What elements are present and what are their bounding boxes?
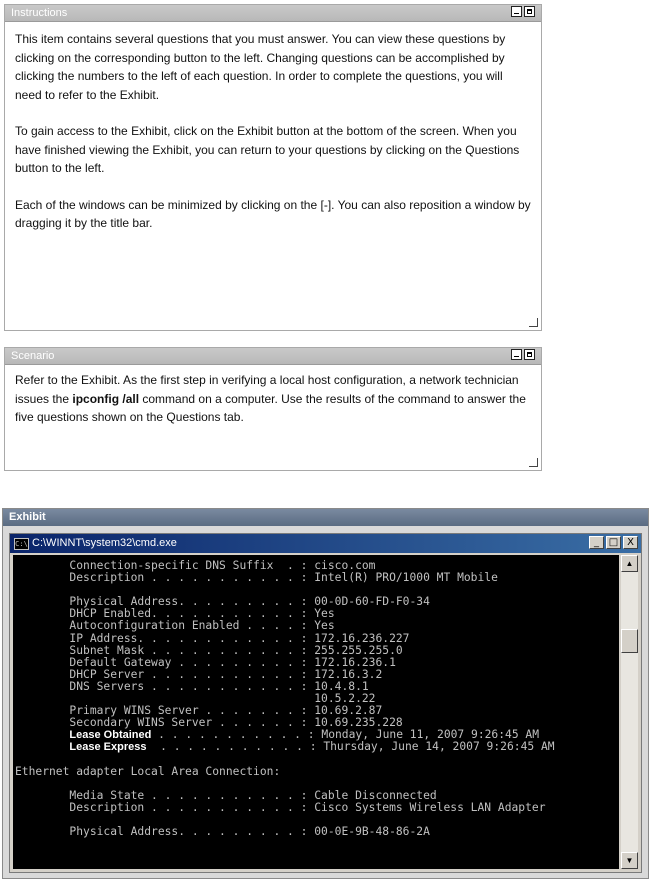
minimize-icon[interactable] — [511, 349, 522, 360]
resize-grip-icon[interactable] — [529, 318, 538, 327]
console-value: Thursday, June 14, 2007 9:26:45 AM — [323, 740, 555, 754]
instructions-title: Instructions — [11, 7, 68, 19]
console-dots: . . . . . . . . . . . : — [151, 728, 322, 742]
maximize-icon[interactable] — [524, 6, 535, 17]
scrollbar-thumb[interactable] — [621, 629, 638, 653]
console-line: IP Address. . . . . . . . . . . . : 172.… — [15, 631, 410, 645]
close-button[interactable]: X — [623, 536, 638, 549]
exhibit-title: Exhibit — [9, 511, 46, 523]
console-line: Ethernet adapter Local Area Connection: — [15, 764, 281, 778]
exhibit-title-bar[interactable]: Exhibit — [3, 509, 648, 526]
maximize-icon[interactable] — [524, 349, 535, 360]
instructions-title-bar[interactable]: Instructions — [5, 5, 541, 22]
console-line: Physical Address. . . . . . . . . : 00-0… — [15, 825, 430, 839]
scenario-title: Scenario — [11, 350, 55, 362]
maximize-button[interactable]: □ — [606, 536, 621, 549]
vertical-scrollbar[interactable]: ▲ ▼ — [621, 555, 638, 869]
scenario-body: Refer to the Exhibit. As the first step … — [5, 365, 541, 435]
minimize-icon[interactable] — [511, 6, 522, 17]
instructions-paragraph: To gain access to the Exhibit, click on … — [15, 124, 520, 175]
cmd-title-bar[interactable]: C:\ C:\WINNT\system32\cmd.exe _ □ X — [10, 534, 641, 553]
scroll-up-arrow-icon[interactable]: ▲ — [621, 555, 638, 572]
resize-grip-icon[interactable] — [529, 458, 538, 467]
cmd-icon: C:\ — [14, 538, 29, 550]
console-line: Description . . . . . . . . . . . : Inte… — [15, 571, 498, 585]
exhibit-window: Exhibit C:\ C:\WINNT\system32\cmd.exe _ … — [2, 508, 649, 879]
cmd-window-title: C:\WINNT\system32\cmd.exe — [32, 537, 177, 549]
console-label: Lease Obtained — [69, 729, 152, 742]
scenario-command: ipconfig /all — [72, 391, 140, 406]
console-label: Lease Express — [69, 741, 147, 754]
console-line: Subnet Mask . . . . . . . . . . . : 255.… — [15, 643, 403, 657]
console-line: Description . . . . . . . . . . . : Cisc… — [15, 800, 546, 814]
console-output: Connection-specific DNS Suffix . : cisco… — [13, 555, 619, 869]
cmd-window: C:\ C:\WINNT\system32\cmd.exe _ □ X Conn… — [9, 533, 642, 873]
console-line: Lease Express . . . . . . . . . . . : Th… — [15, 740, 619, 754]
instructions-body: This item contains several questions tha… — [5, 22, 541, 259]
minimize-button[interactable]: _ — [589, 536, 604, 549]
instructions-paragraph: This item contains several questions tha… — [15, 32, 506, 102]
scenario-title-bar[interactable]: Scenario — [5, 348, 541, 365]
console-dots: . . . . . . . . . . . : — [146, 740, 324, 754]
instructions-paragraph: Each of the windows can be minimized by … — [15, 197, 531, 231]
console-line: Autoconfiguration Enabled . . . . : Yes — [15, 619, 335, 633]
scenario-panel: Scenario Refer to the Exhibit. As the fi… — [4, 347, 542, 471]
console-value: Monday, June 11, 2007 9:26:45 AM — [321, 728, 540, 742]
instructions-panel: Instructions This item contains several … — [4, 4, 542, 331]
scroll-down-arrow-icon[interactable]: ▼ — [621, 852, 638, 869]
